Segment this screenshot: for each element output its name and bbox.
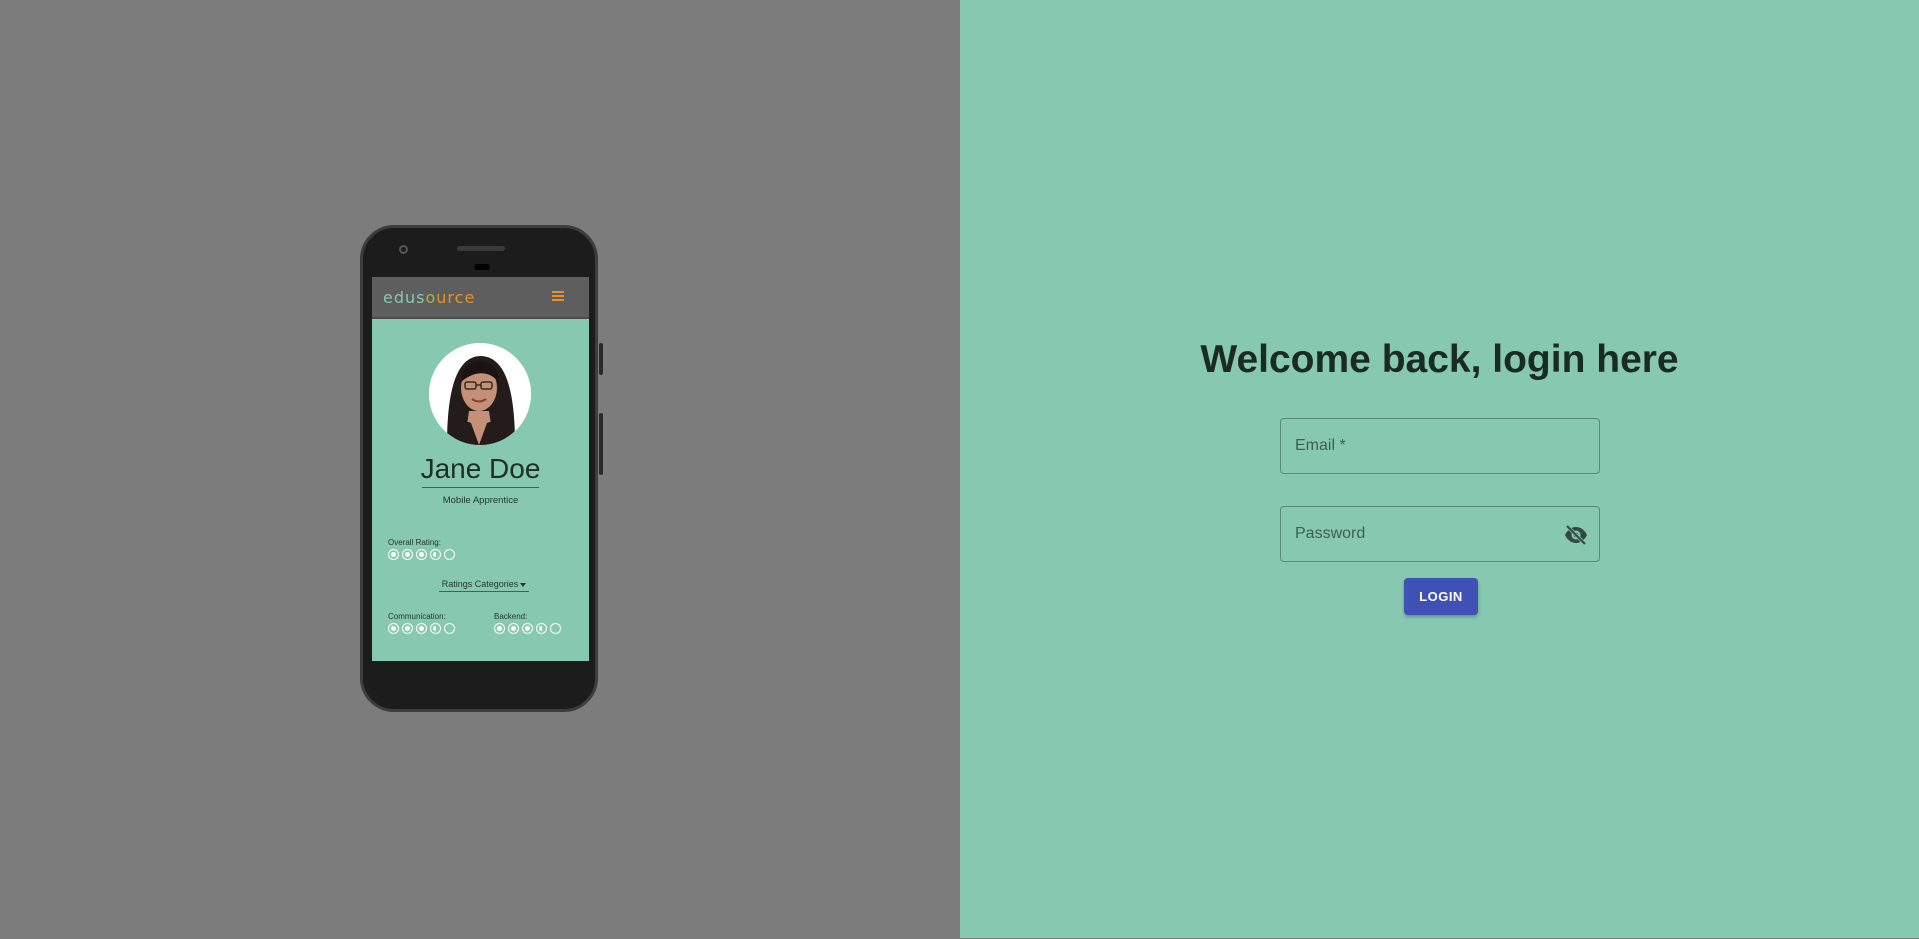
profile-name: Jane Doe	[420, 453, 541, 484]
avatar	[429, 343, 531, 445]
edusource-logo: edusource	[383, 288, 476, 307]
profile-role: Mobile Apprentice	[442, 495, 519, 506]
visibility-off-icon[interactable]	[1564, 524, 1588, 546]
phone-speaker	[457, 246, 505, 251]
phone-sensor	[474, 264, 490, 270]
app-bar: edusource	[372, 277, 589, 319]
password-input[interactable]	[1295, 507, 1565, 561]
rating-empty-dot-icon	[550, 623, 561, 634]
rating-empty-dot-icon	[444, 549, 455, 560]
phone-camera-icon	[399, 245, 408, 254]
name-divider	[422, 487, 539, 488]
overall-rating-label: Overall Rating:	[388, 538, 441, 547]
phone-mockup: edusource Jane Doe Mobile Apprentice Ove…	[360, 225, 603, 712]
rating-dot-icon	[416, 623, 427, 634]
hamburger-menu-icon[interactable]	[552, 291, 564, 301]
communication-label: Communication:	[388, 612, 446, 621]
rating-dot-icon	[402, 549, 413, 560]
backend-rating	[494, 623, 561, 634]
rating-dot-icon	[388, 549, 399, 560]
rating-half-dot-icon	[536, 623, 547, 634]
phone-screen: edusource Jane Doe Mobile Apprentice Ove…	[372, 277, 589, 661]
overall-rating	[388, 549, 455, 560]
rating-dot-icon	[494, 623, 505, 634]
ratings-categories-dropdown[interactable]: Ratings Categories	[439, 579, 529, 592]
rating-half-dot-icon	[430, 549, 441, 560]
communication-rating	[388, 623, 455, 634]
password-field[interactable]	[1280, 506, 1600, 562]
backend-label: Backend:	[494, 612, 528, 621]
rating-dot-icon	[402, 623, 413, 634]
rating-dot-icon	[522, 623, 533, 634]
rating-dot-icon	[508, 623, 519, 634]
email-input[interactable]	[1295, 419, 1565, 473]
rating-half-dot-icon	[430, 623, 441, 634]
caret-down-icon	[520, 582, 527, 587]
rating-dot-icon	[388, 623, 399, 634]
email-field[interactable]	[1280, 418, 1600, 474]
phone-side-button	[599, 413, 603, 475]
phone-side-button	[599, 343, 603, 375]
login-title: Welcome back, login here	[1200, 338, 1679, 381]
rating-empty-dot-icon	[444, 623, 455, 634]
rating-dot-icon	[416, 549, 427, 560]
login-button[interactable]: LOGIN	[1404, 578, 1478, 615]
